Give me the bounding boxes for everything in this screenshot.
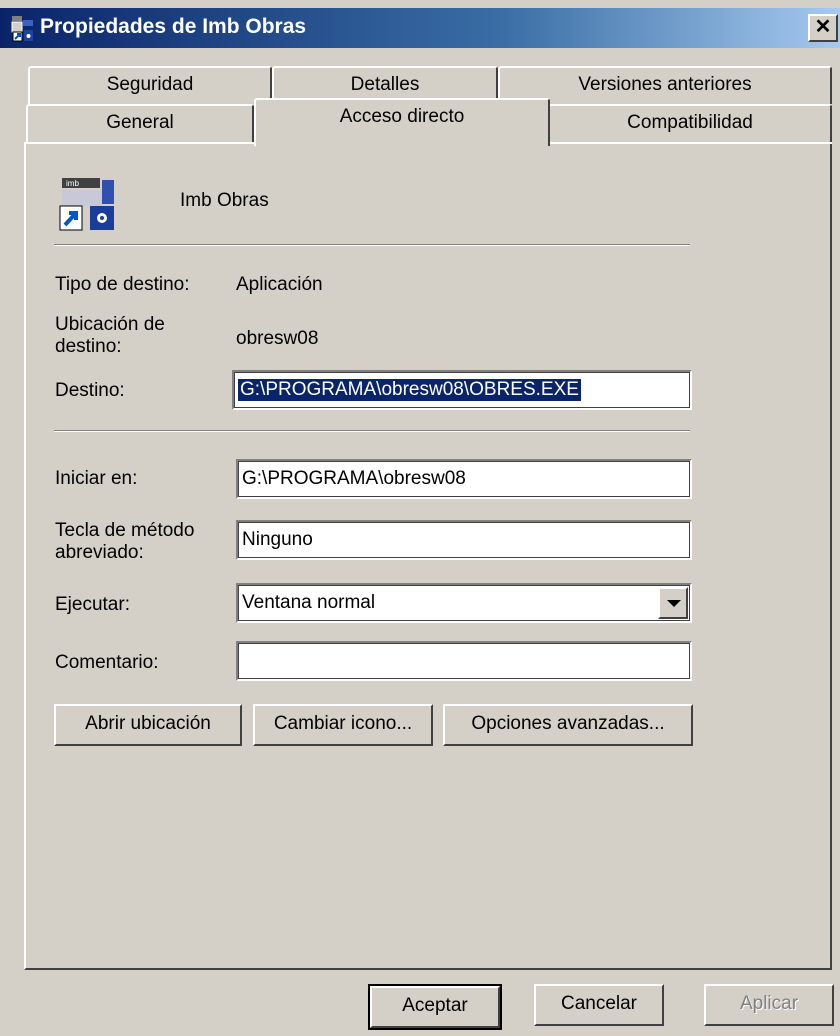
hotkey-value: Ninguno — [242, 529, 313, 550]
ok-button[interactable]: Aceptar — [368, 984, 502, 1030]
shortcut-name: Imb Obras — [180, 190, 269, 211]
tab-label: Versiones anteriores — [578, 74, 752, 95]
start-in-field[interactable]: G:\PROGRAMA\obresw08 — [236, 459, 692, 499]
change-icon-button[interactable]: Cambiar icono... — [253, 704, 433, 746]
separator — [54, 430, 690, 432]
start-in-label: Iniciar en: — [55, 468, 138, 489]
target-type-value: Aplicación — [236, 274, 323, 295]
properties-dialog: Propiedades de Imb Obras ✕ Seguridad Det… — [0, 0, 840, 1036]
hotkey-label: Tecla de método — [55, 520, 195, 541]
run-select[interactable]: Ventana normal — [236, 583, 692, 623]
target-location-label: Ubicación de — [55, 314, 165, 335]
title-bar[interactable]: Propiedades de Imb Obras ✕ — [0, 8, 840, 48]
target-label: Destino: — [55, 380, 125, 401]
imb-obras-shortcut-icon: imb — [59, 178, 114, 231]
close-button[interactable]: ✕ — [808, 14, 838, 42]
tab-label: Acceso directo — [339, 106, 465, 127]
tab-seguridad[interactable]: Seguridad — [28, 66, 272, 104]
window-title: Propiedades de Imb Obras — [40, 15, 307, 38]
cancel-button[interactable]: Cancelar — [534, 984, 664, 1026]
tab-general[interactable]: General — [26, 104, 254, 142]
panel-top-edge — [548, 142, 832, 144]
target-location-value: obresw08 — [236, 328, 319, 349]
hotkey-field[interactable]: Ninguno — [236, 520, 692, 560]
target-location-label: destino: — [55, 336, 122, 357]
tab-label: Detalles — [350, 74, 420, 95]
panel-top-edge — [24, 142, 256, 144]
shortcut-properties-icon — [11, 16, 33, 42]
run-value: Ventana normal — [242, 592, 376, 613]
run-label: Ejecutar: — [55, 594, 130, 615]
advanced-options-button[interactable]: Opciones avanzadas... — [443, 704, 693, 746]
target-type-label: Tipo de destino: — [55, 274, 190, 295]
tab-acceso-directo[interactable]: Acceso directo — [254, 98, 550, 146]
open-location-button[interactable]: Abrir ubicación — [54, 704, 242, 746]
tab-label: Compatibilidad — [627, 112, 753, 133]
hotkey-label: abreviado: — [55, 542, 144, 563]
comment-label: Comentario: — [55, 652, 159, 673]
target-value: G:\PROGRAMA\obresw08\OBRES.EXE — [238, 379, 581, 401]
svg-text:imb: imb — [66, 179, 79, 188]
comment-field[interactable] — [236, 641, 692, 681]
separator — [54, 244, 690, 246]
apply-button[interactable]: Aplicar — [704, 984, 834, 1026]
tab-label: Seguridad — [106, 74, 194, 95]
target-field[interactable]: G:\PROGRAMA\obresw08\OBRES.EXE — [232, 370, 692, 410]
start-in-value: G:\PROGRAMA\obresw08 — [242, 468, 466, 489]
tab-compatibilidad[interactable]: Compatibilidad — [548, 104, 832, 142]
tab-label: General — [106, 112, 174, 133]
chevron-down-icon[interactable] — [658, 587, 688, 619]
